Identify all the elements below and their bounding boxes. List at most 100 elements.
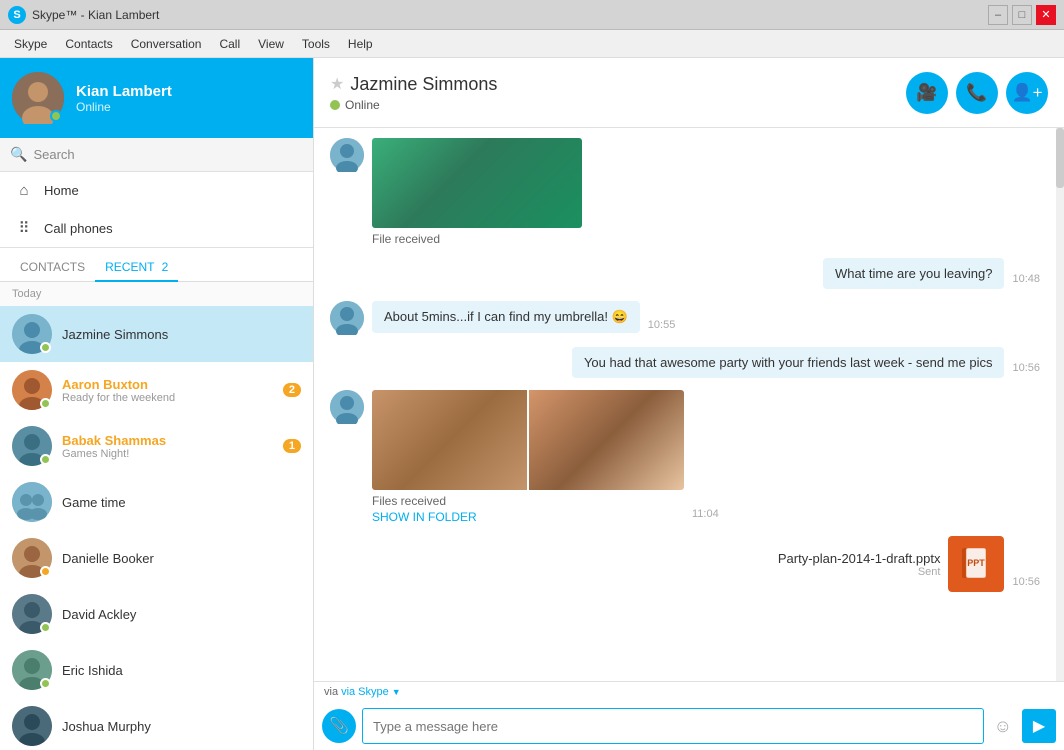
contact-name: Aaron Buxton [62,377,273,392]
contact-name: Danielle Booker [62,551,301,566]
avatar-wrap [12,594,52,634]
status-dot [40,342,51,353]
profile-area: Kian Lambert Online [0,58,313,138]
video-call-button[interactable]: 🎥 [906,72,948,114]
titlebar: S Skype™ - Kian Lambert – □ ✕ [0,0,1064,30]
emoji-button[interactable]: ☺ [990,712,1016,741]
avatar-wrap [12,650,52,690]
show-in-folder-link[interactable]: SHOW IN FOLDER [372,510,684,524]
tab-contacts[interactable]: CONTACTS [10,254,95,282]
menu-help[interactable]: Help [340,34,381,54]
contact-name: Jazmine Simmons [62,327,301,342]
menu-view[interactable]: View [250,34,292,54]
contact-info: Eric Ishida [62,663,301,678]
phone-icon: 📞 [966,83,987,103]
message-row: About 5mins...if I can find my umbrella!… [330,301,1040,335]
search-bar[interactable]: 🔍 Search [0,138,313,172]
minimize-button[interactable]: – [988,5,1008,25]
contact-item[interactable]: Jazmine Simmons [0,306,313,362]
message-row: What time are you leaving? 10:48 [330,258,1040,289]
svg-text:PPT: PPT [968,558,986,568]
status-dot [40,566,51,577]
message-time: 10:48 [1012,273,1040,285]
main-area: ★ Jazmine Simmons Online 🎥 📞 👤+ [314,58,1064,750]
sidebar: Kian Lambert Online 🔍 Search ⌂ Home ⠿ Ca… [0,58,314,750]
send-button[interactable]: ▶ [1022,709,1056,743]
skype-logo: S [8,6,26,24]
favorite-star-icon[interactable]: ★ [330,74,344,94]
avatar-wrap [12,426,52,466]
send-icon: ▶ [1033,716,1045,736]
menu-contacts[interactable]: Contacts [57,34,120,54]
menu-call[interactable]: Call [211,34,248,54]
online-status-dot [330,100,340,110]
nav-call-phones-label: Call phones [44,221,113,236]
chat-contact-name: ★ Jazmine Simmons [330,74,497,95]
contact-info: Joshua Murphy [62,719,301,734]
close-button[interactable]: ✕ [1036,5,1056,25]
contact-info: Babak Shammas Games Night! [62,433,273,460]
file-sent-label: Sent [778,566,941,578]
contact-item[interactable]: Danielle Booker [0,530,313,586]
status-dot [40,398,51,409]
menu-conversation[interactable]: Conversation [123,34,210,54]
audio-call-button[interactable]: 📞 [956,72,998,114]
received-photo [372,390,527,490]
profile-status: Online [76,100,301,114]
chat-input-area: via via Skype ▼ 📎 ☺ ▶ [314,681,1064,750]
add-contact-button[interactable]: 👤+ [1006,72,1048,114]
contact-status-text: Games Night! [62,448,273,460]
file-name: Party-plan-2014-1-draft.pptx [778,551,941,566]
contact-name: Babak Shammas [62,433,273,448]
contact-item[interactable]: Babak Shammas Games Night! 1 [0,418,313,474]
add-person-icon: 👤+ [1011,83,1042,103]
message-content: File received [372,138,582,246]
menu-skype[interactable]: Skype [6,34,55,54]
attach-button[interactable]: 📎 [322,709,356,743]
avatar-wrap [12,314,52,354]
message-avatar [330,138,364,172]
scrollbar-thumb[interactable] [1056,128,1064,188]
titlebar-left: S Skype™ - Kian Lambert [8,6,159,24]
file-info: Party-plan-2014-1-draft.pptx Sent [778,551,941,578]
contact-item[interactable]: Aaron Buxton Ready for the weekend 2 [0,362,313,418]
titlebar-title: Skype™ - Kian Lambert [32,8,159,22]
via-skype-bar: via via Skype ▼ [314,682,1064,702]
contact-info: Aaron Buxton Ready for the weekend [62,377,273,404]
chat-name-label: Jazmine Simmons [350,74,497,95]
nav-home[interactable]: ⌂ Home [0,172,313,209]
avatar-wrap [12,538,52,578]
contact-name: Game time [62,495,301,510]
message-row: You had that awesome party with your fri… [330,347,1040,378]
contact-item[interactable]: David Ackley [0,586,313,642]
message-bubble: What time are you leaving? [823,258,1005,289]
contact-item[interactable]: Eric Ishida [0,642,313,698]
message-avatar [330,301,364,335]
input-row: 📎 ☺ ▶ [314,702,1064,750]
scrollbar[interactable] [1056,128,1064,681]
video-icon: 🎥 [916,83,937,103]
status-dot [40,454,51,465]
contact-item[interactable]: Joshua Murphy [0,698,313,750]
menubar: Skype Contacts Conversation Call View To… [0,30,1064,58]
unread-badge: 2 [283,383,301,397]
tabs-row: CONTACTS RECENT 2 [0,248,313,282]
contact-info: Jazmine Simmons [62,327,301,342]
message-bubble: You had that awesome party with your fri… [572,347,1005,378]
chat-header-left: ★ Jazmine Simmons Online [330,74,497,112]
nav-call-phones[interactable]: ⠿ Call phones [0,209,313,247]
chat-with-scroll: File received What time are you leaving?… [314,128,1064,681]
file-received-label: File received [372,232,582,246]
message-input[interactable] [362,708,984,744]
contact-item[interactable]: Game time [0,474,313,530]
contact-status-text: Ready for the weekend [62,392,273,404]
contact-info: Game time [62,495,301,510]
received-image [372,138,582,228]
via-skype-link[interactable]: via Skype [341,686,389,698]
tab-recent[interactable]: RECENT 2 [95,254,178,282]
message-time: 10:56 [1012,362,1040,374]
chevron-down-icon[interactable]: ▼ [392,687,401,697]
search-icon: 🔍 [10,146,27,163]
restore-button[interactable]: □ [1012,5,1032,25]
menu-tools[interactable]: Tools [294,34,338,54]
